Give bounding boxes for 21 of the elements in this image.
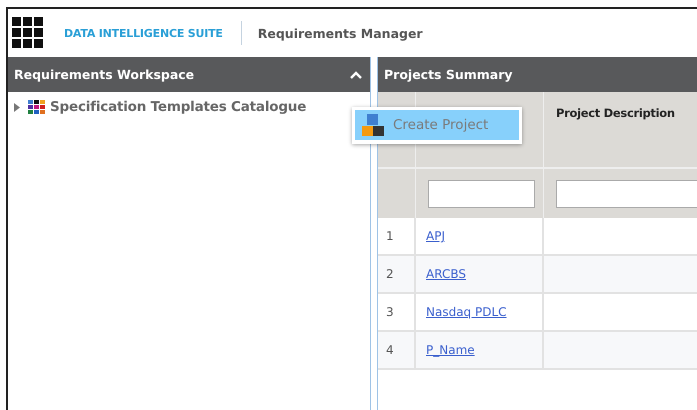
row-number: 2 bbox=[378, 256, 416, 294]
catalogue-icon bbox=[28, 100, 45, 114]
row-number: 4 bbox=[378, 332, 416, 370]
collapsed-icon[interactable] bbox=[14, 102, 20, 112]
splitter-bar[interactable] bbox=[370, 57, 378, 410]
project-link[interactable]: ARCBS bbox=[426, 267, 466, 281]
project-link[interactable]: P_Name bbox=[426, 343, 475, 357]
filter-field[interactable] bbox=[428, 180, 535, 208]
project-link[interactable]: Nasdaq PDLC bbox=[426, 305, 507, 319]
module-title: Requirements Manager bbox=[258, 26, 423, 40]
app-name[interactable]: DATA INTELLIGENCE SUITE bbox=[64, 26, 223, 40]
menu-label: Create Project bbox=[393, 117, 488, 133]
panel-title: Requirements Workspace bbox=[14, 67, 194, 82]
tree-item[interactable]: Specification Templates Catalogue bbox=[50, 99, 306, 115]
panel-title: Projects Summary bbox=[384, 67, 513, 82]
chevron-up-icon[interactable] bbox=[350, 70, 362, 78]
project-link[interactable]: APJ bbox=[426, 229, 445, 243]
app-grid-icon[interactable] bbox=[12, 17, 44, 49]
filter-field[interactable] bbox=[556, 180, 697, 208]
blocks-icon bbox=[361, 113, 385, 137]
column-title: Project Description bbox=[556, 106, 675, 120]
